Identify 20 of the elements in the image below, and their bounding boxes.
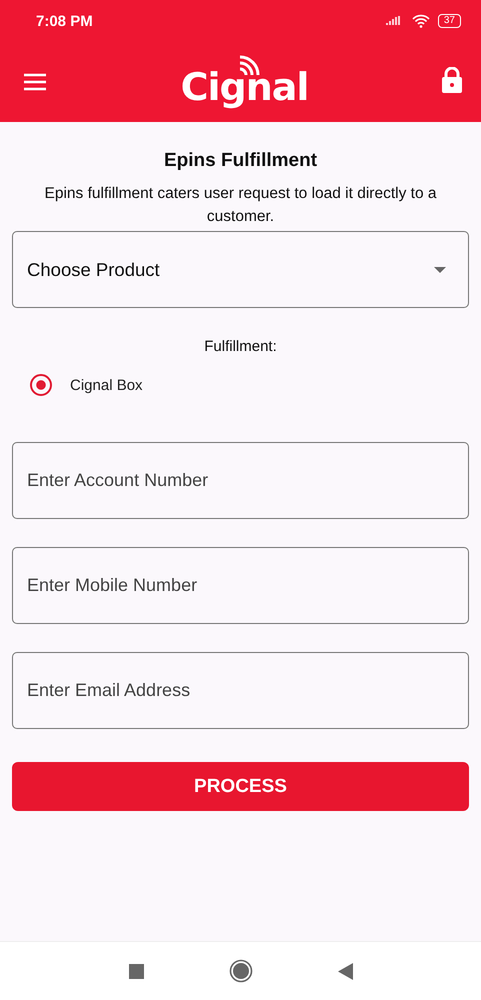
battery-icon: 37 xyxy=(438,14,461,28)
description-text: Epins fulfillment caters user request to load it directly to a customer. xyxy=(44,184,438,227)
input-field[interactable]: Enter Account Number xyxy=(12,442,469,519)
input-field[interactable]: Enter Email Address xyxy=(12,652,469,729)
home-icon[interactable] xyxy=(228,959,252,983)
product-dropdown[interactable]: Choose Product xyxy=(12,231,469,308)
caret-icon xyxy=(434,266,446,272)
radio-label[interactable]: Cignal Box xyxy=(70,376,143,394)
radio-button[interactable] xyxy=(30,374,52,396)
process-button[interactable]: PROCESS xyxy=(12,762,469,811)
page-title: Epins Fulfillment xyxy=(162,150,318,172)
recents-icon[interactable] xyxy=(128,964,144,978)
input-field[interactable]: Enter Mobile Number xyxy=(12,547,469,624)
lock-icon[interactable] xyxy=(442,67,462,93)
logo-text: Cignal xyxy=(180,67,308,107)
fulfillment-label: Fulfillment: xyxy=(203,338,278,355)
menu-icon[interactable] xyxy=(23,73,47,91)
status-time: 7:08 PM xyxy=(36,12,93,30)
back-icon[interactable] xyxy=(338,962,352,980)
wifi-icon xyxy=(412,14,430,28)
